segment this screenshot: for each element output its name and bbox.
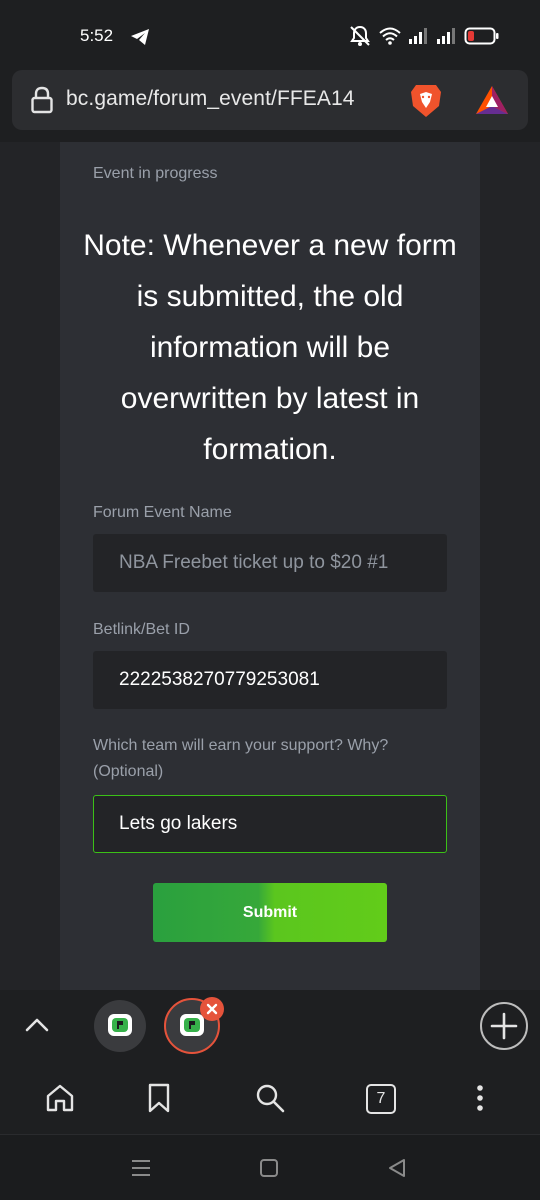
team-support-field[interactable]: Lets go lakers — [93, 795, 447, 853]
search-icon[interactable] — [254, 1082, 286, 1114]
tab-thumbnail[interactable] — [94, 1000, 146, 1052]
signal-icon — [437, 28, 455, 44]
chevron-up-icon[interactable] — [22, 1010, 52, 1040]
tab-strip — [0, 990, 540, 1062]
close-icon — [206, 1003, 218, 1015]
submit-button[interactable]: Submit — [153, 883, 387, 942]
team-support-label: Which team will earn your support? Why? … — [93, 737, 389, 780]
lock-icon[interactable] — [30, 86, 54, 114]
web-page: Event in progress Note: Whenever a new f… — [0, 142, 540, 990]
address-bar[interactable]: bc.game/forum_event/FFEA14 — [12, 70, 528, 130]
event-name-field[interactable]: NBA Freebet ticket up to $20 #1 — [93, 534, 447, 592]
status-icons — [348, 24, 500, 48]
event-name-label: Forum Event Name — [93, 504, 232, 521]
recent-apps-icon[interactable] — [130, 1157, 152, 1179]
forum-event-form: Event in progress Note: Whenever a new f… — [60, 142, 480, 990]
home-nav-icon[interactable] — [258, 1157, 280, 1179]
status-time: 5:52 — [80, 26, 114, 45]
home-icon[interactable] — [44, 1082, 76, 1114]
betlink-field[interactable]: 2222538270779253081 — [93, 651, 447, 709]
brave-shield-icon[interactable] — [408, 82, 444, 120]
bookmark-icon[interactable] — [143, 1082, 175, 1114]
form-note: Note: Whenever a new form is submitted, … — [83, 229, 457, 466]
status-bar: 5:52 — [0, 0, 540, 70]
url-text[interactable]: bc.game/forum_event/FFEA14 — [66, 87, 355, 111]
back-nav-icon[interactable] — [386, 1157, 408, 1179]
tab-switcher-button[interactable]: 7 — [366, 1084, 396, 1114]
betlink-label: Betlink/Bet ID — [93, 621, 190, 638]
telegram-icon — [131, 29, 149, 45]
new-tab-button[interactable] — [480, 1002, 528, 1050]
wifi-icon — [379, 27, 401, 45]
more-menu-icon[interactable] — [464, 1082, 496, 1114]
system-nav-bar — [0, 1134, 540, 1200]
event-status: Event in progress — [93, 165, 218, 182]
browser-bottom-nav: 7 — [0, 1062, 540, 1134]
close-tab-button[interactable] — [200, 997, 224, 1021]
battery-icon — [464, 27, 499, 45]
bat-rewards-icon[interactable] — [474, 84, 510, 116]
plus-icon — [490, 1012, 518, 1040]
mute-icon — [350, 25, 370, 46]
bc-game-logo-icon — [108, 1014, 132, 1036]
signal-icon — [409, 28, 427, 44]
